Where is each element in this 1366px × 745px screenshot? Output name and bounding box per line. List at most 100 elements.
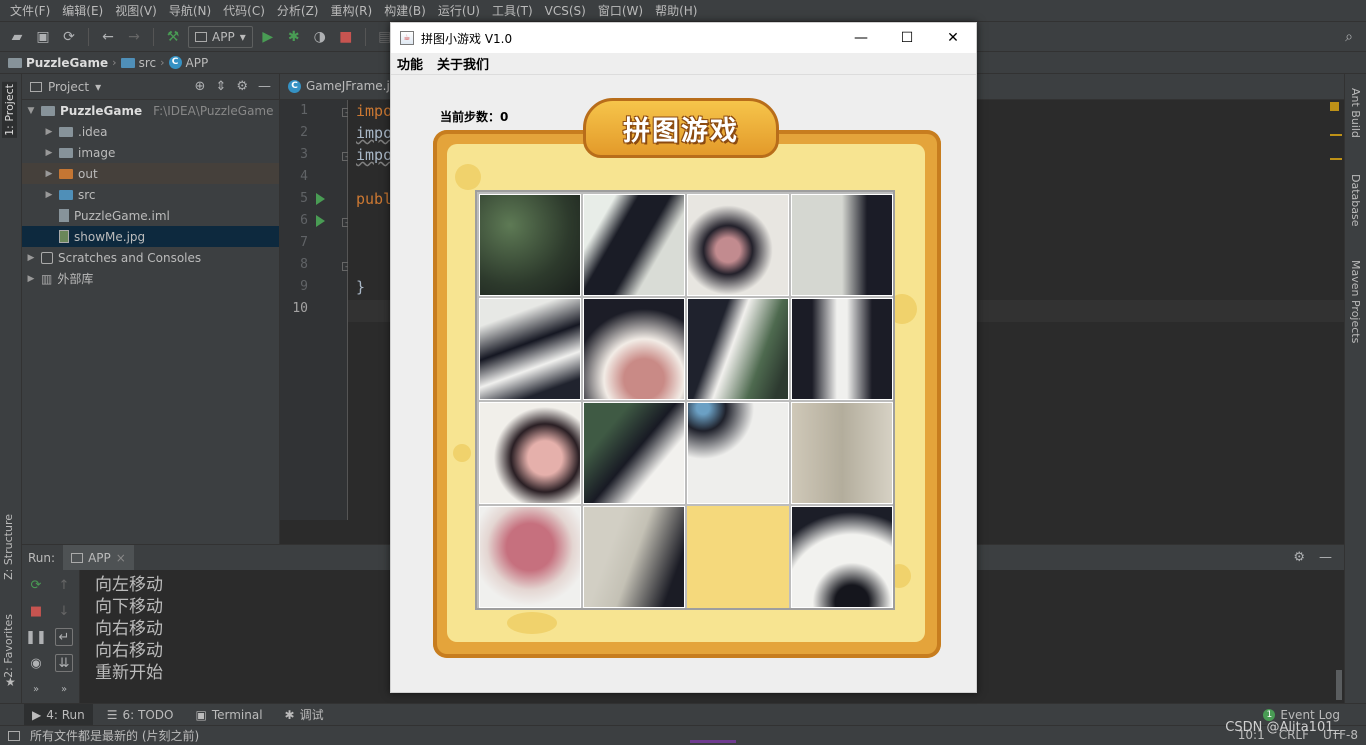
tool-tab-database[interactable]: Database [1349, 174, 1362, 227]
stop-icon[interactable]: ■ [335, 26, 357, 48]
breadcrumb-class[interactable]: C APP [168, 56, 208, 70]
debug-bug-icon[interactable]: ✱ [283, 26, 305, 48]
close-icon[interactable]: ✕ [930, 23, 976, 53]
breadcrumb-project[interactable]: PuzzleGame [8, 56, 108, 70]
tool-tab-label: 调试 [299, 708, 324, 722]
tool-tab-ant-build[interactable]: Ant Build [1349, 88, 1362, 138]
minimize-icon[interactable]: — [838, 23, 884, 53]
rerun-icon[interactable]: ⟳ [27, 576, 45, 594]
menu-edit[interactable]: 编辑(E) [56, 2, 109, 19]
game-menu-about[interactable]: 关于我们 [437, 54, 489, 73]
menu-vcs[interactable]: VCS(S) [539, 4, 592, 18]
puzzle-tile[interactable] [791, 506, 893, 608]
tool-tab-todo[interactable]: ☰ 6: TODO [99, 704, 182, 726]
open-folder-icon[interactable]: ▰ [6, 26, 28, 48]
run-gutter-icon[interactable] [316, 215, 325, 227]
game-menu-function[interactable]: 功能 [397, 54, 423, 73]
hide-icon[interactable]: — [258, 79, 271, 94]
menu-window[interactable]: 窗口(W) [592, 2, 649, 19]
tool-tab-run[interactable]: ▶ 4: Run [24, 703, 93, 726]
soft-wrap-icon[interactable]: ↵ [55, 628, 73, 646]
hide-icon[interactable]: — [1319, 550, 1332, 565]
tree-node-external-libs[interactable]: ▶ ▥ 外部库 [22, 268, 279, 289]
close-icon[interactable]: × [116, 551, 126, 565]
search-everywhere-icon[interactable]: ⌕ [1338, 26, 1360, 48]
breadcrumb-src[interactable]: src [120, 56, 156, 70]
stop-icon[interactable]: ■ [27, 602, 45, 620]
menu-analyze[interactable]: 分析(Z) [271, 2, 325, 19]
puzzle-tile[interactable] [791, 298, 893, 400]
coverage-icon[interactable]: ◑ [309, 26, 331, 48]
menu-help[interactable]: 帮助(H) [649, 2, 703, 19]
run-icon[interactable]: ▶ [257, 26, 279, 48]
puzzle-tile[interactable] [687, 402, 789, 504]
tree-node-out[interactable]: ▶ out [22, 163, 279, 184]
save-icon[interactable]: ▣ [32, 26, 54, 48]
more-icon[interactable]: » [27, 680, 45, 698]
tool-tab-maven[interactable]: Maven Projects [1349, 260, 1362, 343]
tool-tab-favorites[interactable]: 2: Favorites [2, 614, 15, 678]
puzzle-tile[interactable] [479, 298, 581, 400]
maximize-icon[interactable]: ☐ [884, 23, 930, 53]
menu-view[interactable]: 视图(V) [109, 2, 163, 19]
tool-tab-terminal[interactable]: ▣ Terminal [187, 704, 270, 726]
menu-file[interactable]: 文件(F) [4, 2, 56, 19]
tree-node-root[interactable]: ▼ PuzzleGame F:\IDEA\PuzzleGame [22, 100, 279, 121]
console-scrollbar[interactable] [1336, 670, 1342, 700]
menu-code[interactable]: 代码(C) [217, 2, 271, 19]
arrow-down-icon[interactable]: ↓ [55, 602, 73, 620]
build-hammer-icon[interactable]: ⚒ [162, 26, 184, 48]
tool-tab-debug[interactable]: ✱ 调试 [277, 704, 332, 726]
tree-node-iml[interactable]: PuzzleGame.iml [22, 205, 279, 226]
arrow-up-icon[interactable]: ↑ [55, 576, 73, 594]
scroll-to-end-icon[interactable]: ⇊ [55, 654, 73, 672]
run-panel-actions: ⚙ — [1293, 550, 1344, 565]
editor-tab-gamejframe[interactable]: C GameJFrame.j [288, 79, 390, 93]
pause-icon[interactable]: ❚❚ [25, 628, 47, 646]
game-title-bar[interactable]: ☕ 拼图小游戏 V1.0 — ☐ ✕ [391, 23, 976, 53]
locate-icon[interactable]: ⊕ [195, 79, 206, 94]
collapse-all-icon[interactable]: ⇕ [215, 79, 226, 94]
puzzle-tile[interactable] [791, 194, 893, 296]
puzzle-tile[interactable] [479, 194, 581, 296]
puzzle-tile[interactable] [583, 194, 685, 296]
game-logo-banner: 拼图游戏 [583, 98, 779, 158]
line-number: 5 [300, 191, 308, 206]
puzzle-tile[interactable] [583, 506, 685, 608]
puzzle-tile[interactable] [583, 402, 685, 504]
puzzle-tile[interactable] [583, 298, 685, 400]
folder-icon [59, 147, 73, 158]
menu-tools[interactable]: 工具(T) [486, 2, 539, 19]
run-config-select[interactable]: APP ▾ [188, 25, 253, 48]
back-icon[interactable]: ← [97, 26, 119, 48]
puzzle-tile[interactable] [479, 402, 581, 504]
camera-icon[interactable]: ◉ [27, 654, 45, 672]
gear-icon[interactable]: ⚙ [236, 79, 248, 94]
tree-node-src[interactable]: ▶ src [22, 184, 279, 205]
project-panel-title[interactable]: Project [48, 80, 89, 94]
chevron-down-icon[interactable]: ▾ [95, 80, 101, 94]
puzzle-tile[interactable] [791, 402, 893, 504]
puzzle-empty-slot[interactable] [687, 506, 789, 608]
tree-node-scratches[interactable]: ▶ Scratches and Consoles [22, 247, 279, 268]
tool-tab-project[interactable]: 1: Project [2, 82, 17, 138]
menu-run[interactable]: 运行(U) [432, 2, 486, 19]
run-gutter-icon[interactable] [316, 193, 325, 205]
tool-tab-structure[interactable]: Z: Structure [2, 514, 15, 580]
puzzle-tile[interactable] [687, 298, 789, 400]
more-icon[interactable]: » [55, 680, 73, 698]
menu-build[interactable]: 构建(B) [378, 2, 432, 19]
puzzle-tile[interactable] [479, 506, 581, 608]
gear-icon[interactable]: ⚙ [1293, 550, 1305, 565]
menu-refactor[interactable]: 重构(R) [325, 2, 379, 19]
run-tab-app[interactable]: APP × [63, 544, 134, 571]
sync-icon[interactable]: ⟳ [58, 26, 80, 48]
puzzle-tile[interactable] [687, 194, 789, 296]
tree-node-image[interactable]: ▶ image [22, 142, 279, 163]
menu-navigate[interactable]: 导航(N) [163, 2, 217, 19]
tree-node-idea[interactable]: ▶ .idea [22, 121, 279, 142]
project-panel: Project ▾ ⊕ ⇕ ⚙ — ▼ PuzzleGame F:\IDEA\P… [22, 74, 280, 544]
tree-label: 外部库 [57, 272, 94, 286]
forward-icon[interactable]: → [123, 26, 145, 48]
tree-node-showme[interactable]: showMe.jpg [22, 226, 279, 247]
